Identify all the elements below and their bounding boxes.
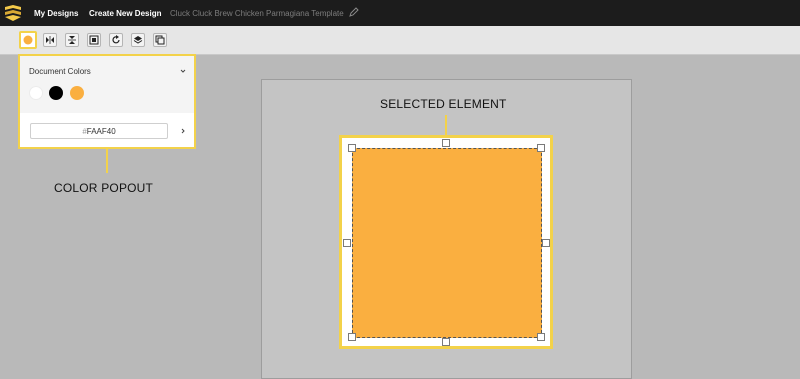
swatch-orange[interactable] — [70, 86, 84, 100]
flip-horizontal-icon — [46, 36, 54, 44]
selected-element-callout-line — [445, 115, 447, 137]
document-title[interactable]: Cluck Cluck Brew Chicken Parmagiana Temp… — [170, 9, 344, 18]
resize-handle-right[interactable] — [542, 239, 550, 247]
hex-color-input[interactable]: # FAAF40 — [30, 123, 168, 139]
selected-element[interactable] — [352, 148, 542, 338]
resize-handle-top-left[interactable] — [348, 144, 356, 152]
resize-handle-bottom-left[interactable] — [348, 333, 356, 341]
top-nav-bar: My Designs Create New Design Cluck Cluck… — [0, 0, 800, 26]
flip-vertical-icon — [68, 36, 76, 44]
chevron-right-icon[interactable] — [180, 128, 186, 134]
color-popout: Document Colors # FAAF40 — [18, 54, 196, 149]
pencil-icon[interactable] — [349, 7, 359, 17]
resize-handle-bottom[interactable] — [442, 338, 450, 346]
color-dot-icon — [23, 35, 33, 45]
chevron-down-icon[interactable] — [180, 68, 186, 74]
color-popout-callout-line — [106, 149, 108, 173]
color-popout-label: COLOR POPOUT — [54, 181, 154, 195]
frame-icon — [89, 35, 99, 45]
resize-handle-top-right[interactable] — [537, 144, 545, 152]
layers-button[interactable] — [131, 33, 145, 47]
selected-element-label: SELECTED ELEMENT — [380, 97, 507, 111]
resize-handle-left[interactable] — [343, 239, 351, 247]
swatch-black[interactable] — [49, 86, 63, 100]
resize-handle-bottom-right[interactable] — [537, 333, 545, 341]
flip-horizontal-button[interactable] — [43, 33, 57, 47]
color-button[interactable] — [19, 31, 37, 49]
resize-handle-top[interactable] — [442, 139, 450, 147]
swatch-white[interactable] — [29, 86, 43, 100]
nav-my-designs[interactable]: My Designs — [34, 9, 78, 18]
document-colors-title: Document Colors — [29, 67, 91, 76]
document-colors-section: Document Colors — [20, 56, 194, 113]
flip-vertical-button[interactable] — [65, 33, 79, 47]
rotate-icon — [112, 35, 120, 44]
frame-button[interactable] — [87, 33, 101, 47]
nav-create-new-design[interactable]: Create New Design — [89, 9, 161, 18]
layers-icon — [133, 36, 143, 44]
hex-value: FAAF40 — [86, 126, 116, 136]
rotate-button[interactable] — [109, 33, 123, 47]
brand-logo-icon[interactable] — [4, 4, 22, 22]
editor-toolbar — [0, 26, 800, 55]
duplicate-icon — [155, 35, 165, 45]
duplicate-button[interactable] — [153, 33, 167, 47]
